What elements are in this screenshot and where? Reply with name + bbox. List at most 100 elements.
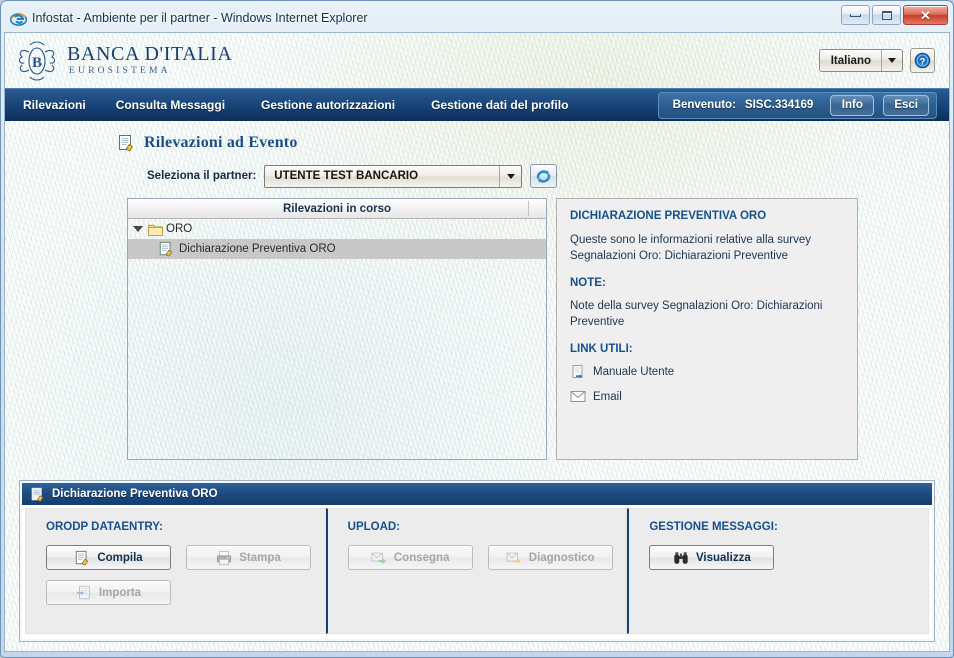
refresh-icon — [536, 169, 551, 183]
button-row: Compila Stampa — [46, 545, 325, 570]
section-title: GESTIONE MESSAGGI: — [649, 521, 778, 533]
user-session-box: Benvenuto: SISC.334169 Info Esci — [657, 91, 937, 119]
section-orodp-dataentry: ORODP DATAENTRY: Compila Stampa Importa — [25, 508, 326, 634]
page-viewport: B BANCA D'ITALIA EUROSISTEMA Italiano ? — [4, 32, 950, 652]
folder-icon — [148, 224, 163, 236]
chevron-down-icon[interactable] — [133, 226, 143, 232]
partner-selected-value: UTENTE TEST BANCARIO — [274, 170, 419, 182]
visualizza-button[interactable]: Visualizza — [649, 545, 775, 570]
help-button[interactable]: ? — [910, 48, 935, 73]
info-heading: DICHIARAZIONE PREVENTIVA ORO — [570, 210, 767, 222]
header-actions: Italiano ? — [818, 48, 935, 73]
ie-icon — [10, 12, 27, 26]
link-manuale-utente[interactable]: Manuale Utente — [570, 364, 844, 380]
welcome-username: SISC.334169 — [744, 99, 814, 111]
import-icon — [76, 585, 90, 599]
close-icon: ✕ — [920, 7, 931, 23]
tree-body: ORO Dichiarazione Preventiva ORO — [128, 219, 546, 459]
close-button[interactable]: ✕ — [903, 5, 948, 25]
action-section-title: Dichiarazione Preventiva ORO — [52, 488, 218, 500]
rilevazioni-tree-panel: Rilevazioni in corso ORO Dichiarazione P… — [127, 198, 547, 460]
minimize-button[interactable] — [841, 5, 870, 25]
svg-text:?: ? — [920, 56, 926, 67]
maximize-icon — [881, 10, 892, 20]
main-navigation: Rilevazioni Consulta Messaggi Gestione a… — [5, 88, 949, 121]
nav-item-gestione-autorizzazioni[interactable]: Gestione autorizzazioni — [261, 98, 413, 112]
tree-node-dichiarazione-preventiva-oro[interactable]: Dichiarazione Preventiva ORO — [128, 239, 546, 259]
help-question-icon: ? — [914, 52, 931, 69]
language-value: Italiano — [830, 54, 871, 67]
survey-info-panel: DICHIARAZIONE PREVENTIVA ORO Queste sono… — [556, 198, 858, 460]
diagnostico-button[interactable]: Diagnostico — [487, 545, 613, 570]
envelope-icon — [570, 391, 586, 402]
window-controls: ✕ — [841, 5, 948, 25]
brand-header: B BANCA D'ITALIA EUROSISTEMA Italiano ? — [5, 33, 949, 88]
document-edit-icon — [76, 550, 89, 566]
language-select[interactable]: Italiano — [818, 49, 903, 72]
logout-button[interactable]: Esci — [883, 94, 929, 116]
link-label: Email — [593, 390, 622, 403]
svg-text:B: B — [32, 55, 42, 71]
link-email[interactable]: Email — [570, 390, 844, 403]
info-button[interactable]: Info — [830, 94, 875, 116]
stampa-button[interactable]: Stampa — [186, 545, 311, 570]
document-edit-icon — [119, 135, 134, 152]
minimize-icon — [850, 13, 861, 17]
bank-subtitle: EUROSISTEMA — [69, 66, 171, 77]
tree-node-oro[interactable]: ORO — [128, 219, 546, 239]
compila-button[interactable]: Compila — [46, 545, 171, 570]
page-header: Rilevazioni ad Evento — [19, 121, 935, 152]
section-title: ORODP DATAENTRY: — [46, 521, 163, 533]
partner-select[interactable]: UTENTE TEST BANCARIO — [264, 164, 523, 188]
document-edit-icon — [31, 487, 44, 502]
tree-header-label: Rilevazioni in corso — [283, 202, 391, 215]
info-notes-heading: NOTE: — [570, 277, 606, 289]
panels-row: Rilevazioni in corso ORO Dichiarazione P… — [19, 188, 935, 460]
envelope-orange-arrow-icon — [506, 552, 521, 564]
button-row: Importa — [46, 580, 325, 605]
tree-header: Rilevazioni in corso — [128, 199, 546, 219]
info-description: Queste sono le informazioni relative all… — [570, 234, 811, 262]
banca-ditalia-emblem-icon: B — [19, 40, 55, 81]
maximize-button[interactable] — [872, 5, 901, 25]
tree-node-label: ORO — [166, 223, 193, 235]
window-title: Infostat - Ambiente per il partner - Win… — [32, 11, 368, 25]
button-label: Visualizza — [695, 551, 751, 564]
button-label: Diagnostico — [528, 551, 595, 564]
logo: B BANCA D'ITALIA EUROSISTEMA — [17, 39, 232, 83]
bank-name: BANCA D'ITALIA — [67, 43, 233, 66]
printer-icon — [217, 550, 232, 565]
refresh-button[interactable] — [530, 164, 558, 188]
consegna-button[interactable]: Consegna — [347, 545, 473, 570]
nav-item-gestione-dati-profilo[interactable]: Gestione dati del profilo — [431, 98, 586, 112]
button-label: Consegna — [393, 551, 450, 564]
section-gestione-messaggi: GESTIONE MESSAGGI: Visualizza — [627, 508, 930, 634]
section-upload: UPLOAD: Consegna Diagnostico — [325, 508, 628, 634]
link-label: Manuale Utente — [593, 366, 675, 378]
action-section: Dichiarazione Preventiva ORO ORODP DATAE… — [19, 480, 935, 642]
nav-item-rilevazioni[interactable]: Rilevazioni — [23, 98, 104, 112]
button-label: Stampa — [239, 551, 281, 564]
button-label: Importa — [98, 586, 142, 599]
nav-item-consulta-messaggi[interactable]: Consulta Messaggi — [116, 98, 243, 112]
page-content: Rilevazioni ad Evento Seleziona il partn… — [5, 121, 949, 460]
button-row: Visualizza — [649, 545, 928, 570]
title-bar: Infostat - Ambiente per il partner - Win… — [4, 4, 950, 32]
page-title: Rilevazioni ad Evento — [144, 134, 298, 151]
logo-text: BANCA D'ITALIA EUROSISTEMA — [67, 44, 232, 77]
browser-window: Infostat - Ambiente per il partner - Win… — [0, 0, 954, 658]
tree-header-divider — [528, 201, 529, 216]
action-section-body: ORODP DATAENTRY: Compila Stampa Importa … — [22, 505, 932, 639]
welcome-label: Benvenuto: — [672, 99, 736, 111]
chevron-down-icon[interactable] — [881, 50, 902, 71]
action-section-header: Dichiarazione Preventiva ORO — [22, 483, 932, 505]
section-title: UPLOAD: — [347, 521, 401, 533]
document-export-icon — [572, 365, 583, 379]
button-row: Consegna Diagnostico — [347, 545, 627, 570]
partner-selector-row: Seleziona il partner: UTENTE TEST BANCAR… — [19, 152, 935, 188]
importa-button[interactable]: Importa — [46, 580, 171, 605]
partner-label: Seleziona il partner: — [147, 170, 257, 182]
tree-node-label: Dichiarazione Preventiva ORO — [179, 243, 336, 255]
chevron-down-icon[interactable] — [499, 165, 521, 187]
document-edit-icon — [159, 241, 173, 257]
